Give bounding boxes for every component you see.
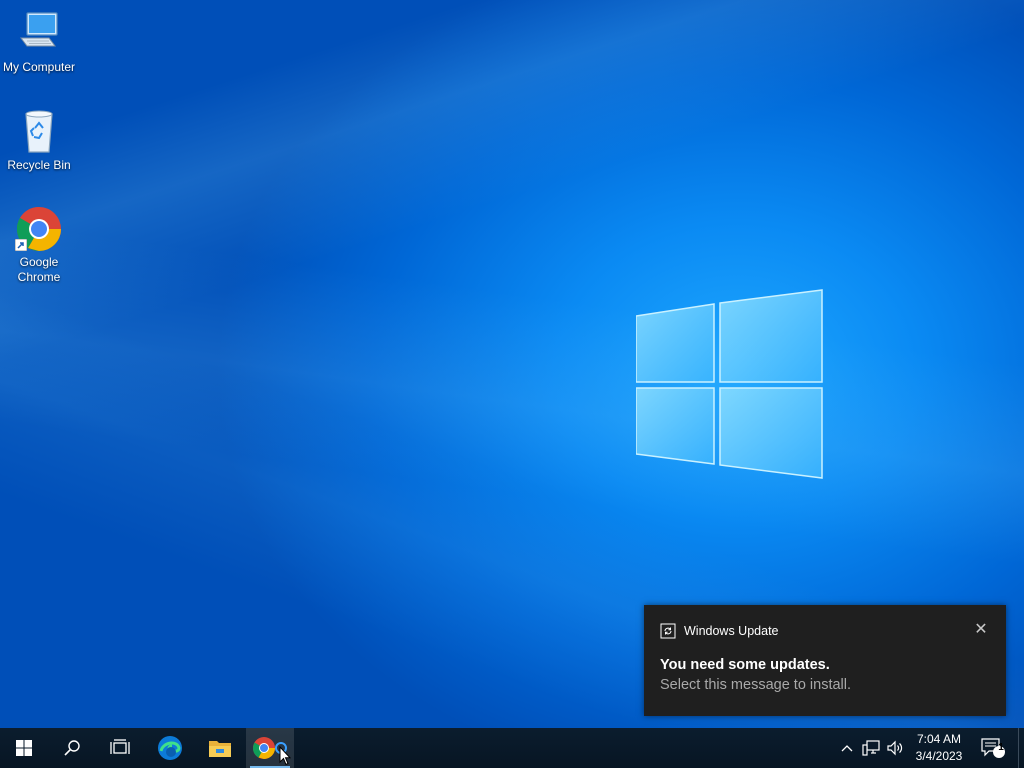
windows-update-icon (660, 623, 676, 639)
chevron-up-icon (841, 745, 853, 752)
file-explorer-icon (209, 741, 231, 757)
start-icon (16, 740, 32, 756)
windows-logo-wallpaper (636, 288, 826, 482)
network-button[interactable] (860, 728, 882, 768)
desktop-icon-recycle-bin[interactable]: Recycle Bin (0, 108, 78, 173)
desktop-icon-label: Google (19, 255, 59, 269)
desktop-icon-my-computer[interactable]: My Computer (0, 10, 78, 75)
task-view-button[interactable] (96, 728, 144, 768)
computer-icon (15, 10, 63, 58)
task-view-icon (110, 739, 130, 754)
toast-title: You need some updates. (660, 657, 830, 673)
chrome-icon (15, 205, 63, 253)
desktop-icon-label: Recycle Bin (7, 158, 71, 172)
toast-message: Select this message to install. (660, 677, 852, 693)
desktop-icon-label-line2: Chrome (17, 270, 61, 284)
mouse-cursor-icon (279, 746, 291, 766)
close-icon[interactable]: ✕ (974, 622, 988, 638)
chrome-icon (253, 737, 275, 759)
clock-date: 3/4/2023 (915, 749, 963, 763)
toast-header: Windows Update (660, 623, 779, 639)
volume-button[interactable] (884, 728, 906, 768)
taskbar-clock[interactable]: 7:04 AM 3/4/2023 (908, 731, 970, 765)
taskbar-edge[interactable] (146, 728, 194, 768)
search-button[interactable] (48, 728, 96, 768)
recycle-bin-icon (15, 108, 63, 156)
search-icon (64, 740, 80, 756)
shortcut-arrow-icon (15, 239, 27, 251)
taskbar: 7:04 AM 3/4/2023 1 (0, 728, 1024, 768)
action-center-button[interactable]: 1 (978, 728, 1008, 768)
show-hidden-icons-button[interactable] (838, 728, 856, 768)
windows-update-toast[interactable]: Windows Update ✕ You need some updates. … (644, 605, 1006, 716)
desktop-icon-label: My Computer (2, 60, 76, 74)
taskbar-file-explorer[interactable] (196, 728, 244, 768)
start-button[interactable] (0, 728, 48, 768)
toast-app-name: Windows Update (684, 624, 779, 638)
notification-count-badge: 1 (998, 742, 1004, 753)
network-icon (862, 740, 880, 756)
show-desktop-button[interactable] (1018, 728, 1024, 768)
clock-time: 7:04 AM (916, 732, 962, 746)
desktop-icon-google-chrome[interactable]: Google Chrome (0, 205, 78, 285)
speaker-icon (887, 740, 903, 756)
edge-icon (158, 736, 182, 760)
